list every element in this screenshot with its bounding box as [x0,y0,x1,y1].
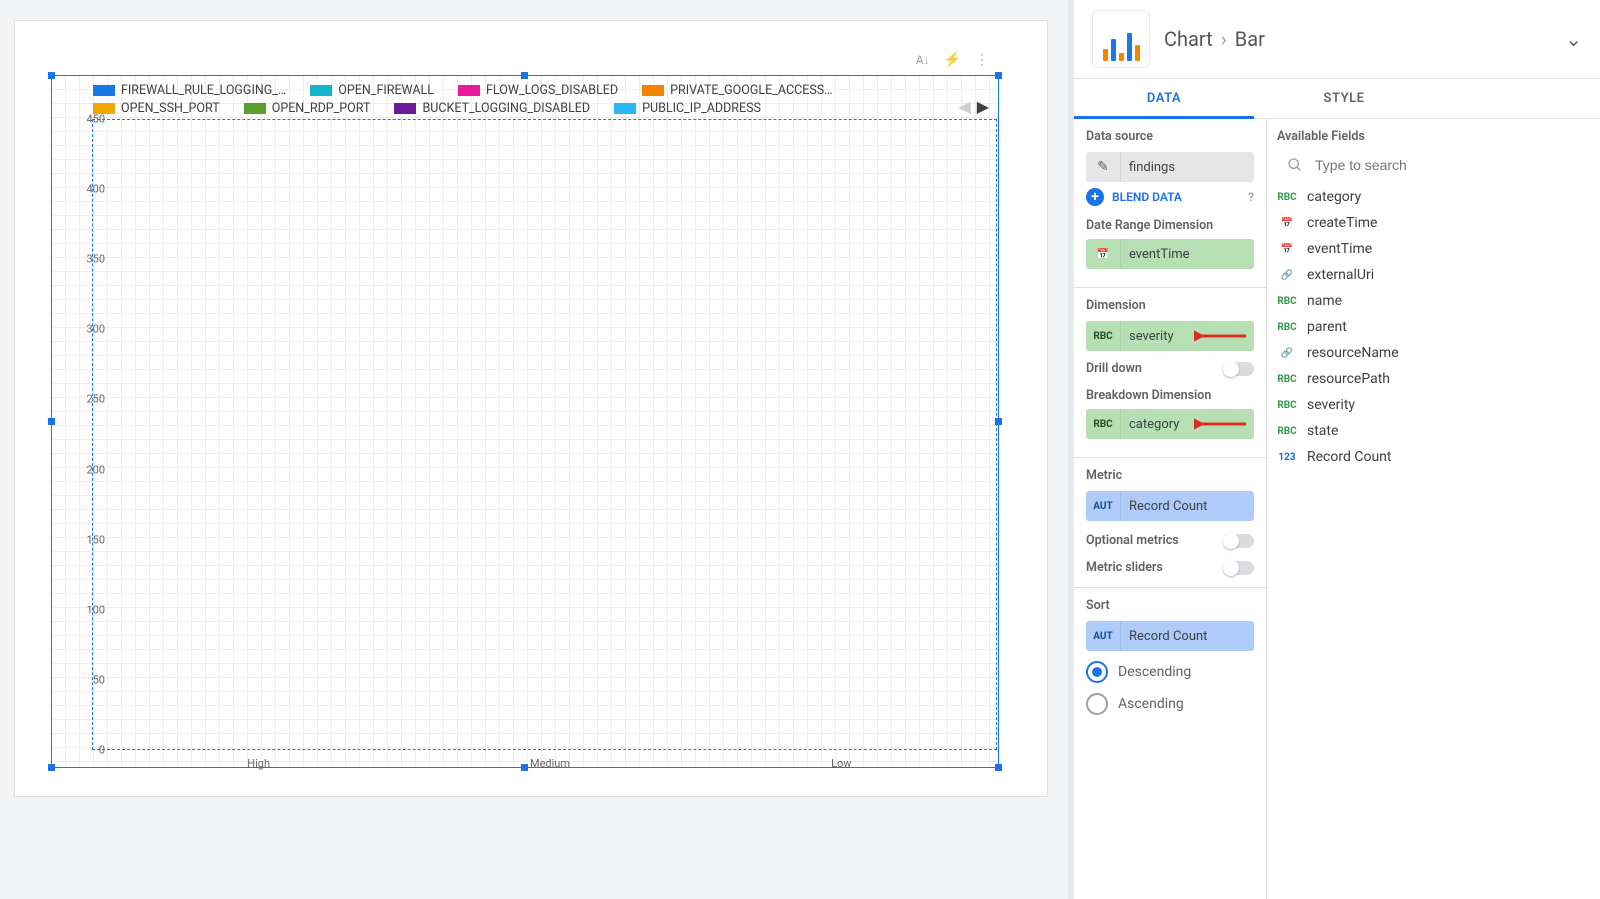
type-icon: RBC [1277,192,1297,203]
aut-icon: AUT [1086,491,1121,521]
dimension-chip[interactable]: RBC severity [1086,321,1254,351]
sect-sliders: Metric sliders [1086,560,1163,575]
field-parent[interactable]: RBCparent [1267,314,1600,340]
field-name[interactable]: RBCname [1267,288,1600,314]
sect-metric: Metric [1086,468,1254,483]
type-icon: RBC [1277,322,1297,333]
bolt-icon[interactable]: ⚡ [944,52,961,68]
data-config: Data source ✎ findings + BLEND DATA ? Da… [1074,119,1267,899]
annotation-arrow [1194,417,1248,431]
crumb-chart[interactable]: Chart [1164,27,1213,51]
sort-asc-radio[interactable]: Ascending [1086,693,1254,715]
abc-icon: RBC [1086,321,1121,351]
type-icon: 📅 [1277,218,1297,229]
metric-chip[interactable]: AUT Record Count [1086,491,1254,521]
selection-box[interactable] [51,75,999,768]
sort-desc-radio[interactable]: Descending [1086,661,1254,683]
chart-card[interactable]: A↓ ⚡ ⋮ FIREWALL_RULE_LOGGING_…OPEN_FIREW… [14,20,1048,797]
sect-opt-metrics: Optional metrics [1086,533,1179,548]
pencil-icon: ✎ [1086,152,1121,182]
fields-pane: Available Fields RBCcategory📅createTime📅… [1267,119,1600,899]
breadcrumb: Chart › Bar [1164,27,1265,51]
sect-sort: Sort [1086,598,1254,613]
calendar-icon: 📅 [1086,239,1121,269]
sect-data-source: Data source [1086,129,1254,144]
field-search[interactable] [1277,150,1590,180]
bar-chart-icon [1092,10,1150,68]
sort-az-icon[interactable]: A↓ [916,53,930,67]
type-icon: RBC [1277,374,1297,385]
field-severity[interactable]: RBCseverity [1267,392,1600,418]
drilldown-toggle[interactable] [1224,362,1254,376]
type-icon: 🔗 [1277,348,1297,359]
chart-toolbar: A↓ ⚡ ⋮ [916,52,989,68]
type-icon: 🔗 [1277,270,1297,281]
sliders-toggle[interactable] [1224,561,1254,575]
annotation-arrow [1194,329,1248,343]
field-eventTime[interactable]: 📅eventTime [1267,236,1600,262]
field-search-input[interactable] [1313,156,1580,174]
sect-date-range: Date Range Dimension [1086,218,1254,233]
sect-drilldown: Drill down [1086,361,1142,376]
data-source-chip[interactable]: ✎ findings [1086,152,1254,182]
sect-breakdown: Breakdown Dimension [1086,388,1254,403]
help-icon[interactable]: ? [1248,190,1254,204]
panel-tabs: DATA STYLE [1074,79,1600,119]
type-icon: RBC [1277,400,1297,411]
field-state[interactable]: RBCstate [1267,418,1600,444]
plus-icon: + [1086,188,1104,206]
collapse-panel-icon[interactable]: ⌄ [1565,27,1582,51]
tab-data[interactable]: DATA [1074,79,1254,119]
type-icon: RBC [1277,426,1297,437]
type-icon: 📅 [1277,244,1297,255]
sect-dimension: Dimension [1086,298,1254,313]
type-icon: 123 [1277,452,1297,463]
config-panel: Chart › Bar ⌄ DATA STYLE Data source ✎ f… [1068,0,1600,899]
report-canvas[interactable]: A↓ ⚡ ⋮ FIREWALL_RULE_LOGGING_…OPEN_FIREW… [0,0,1068,899]
panel-header: Chart › Bar ⌄ [1074,0,1600,79]
blend-data-button[interactable]: + BLEND DATA ? [1086,188,1254,206]
breakdown-chip[interactable]: RBC category [1086,409,1254,439]
chevron-right-icon: › [1221,27,1227,51]
tab-style[interactable]: STYLE [1254,79,1434,119]
field-externalUri[interactable]: 🔗externalUri [1267,262,1600,288]
field-Record Count[interactable]: 123Record Count [1267,444,1600,470]
field-createTime[interactable]: 📅createTime [1267,210,1600,236]
opt-metrics-toggle[interactable] [1224,534,1254,548]
type-icon: RBC [1277,296,1297,307]
field-category[interactable]: RBCcategory [1267,184,1600,210]
fields-header: Available Fields [1277,129,1590,144]
sort-chip[interactable]: AUT Record Count [1086,621,1254,651]
crumb-bar[interactable]: Bar [1235,27,1265,51]
abc-icon: RBC [1086,409,1121,439]
date-range-chip[interactable]: 📅 eventTime [1086,239,1254,269]
aut-icon: AUT [1086,621,1121,651]
search-icon [1287,157,1303,173]
field-resourcePath[interactable]: RBCresourcePath [1267,366,1600,392]
field-resourceName[interactable]: 🔗resourceName [1267,340,1600,366]
kebab-icon[interactable]: ⋮ [975,52,989,68]
